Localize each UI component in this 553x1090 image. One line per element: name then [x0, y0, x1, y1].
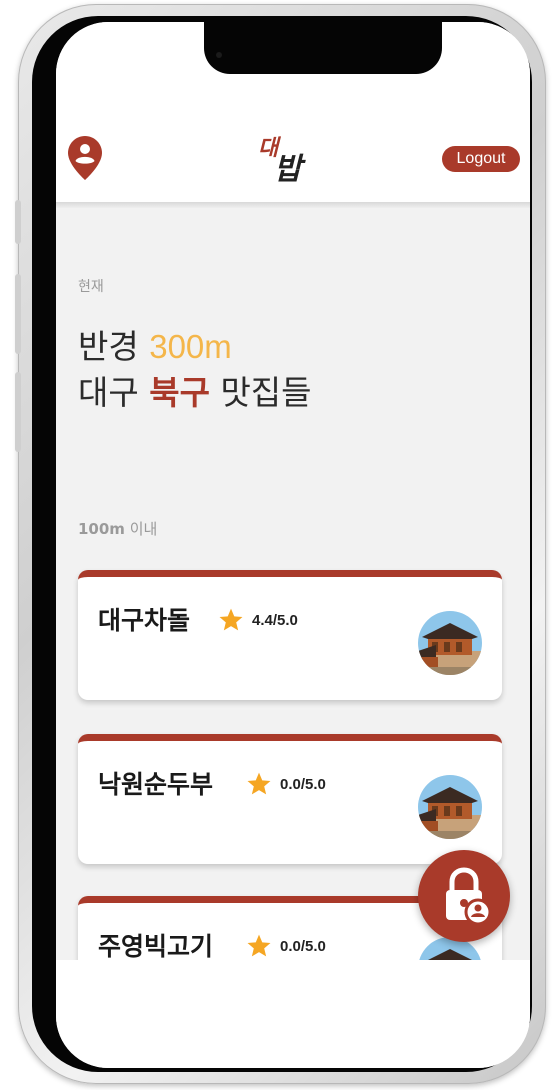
current-label: 현재 — [78, 279, 104, 295]
restaurant-rating: 0.0/5.0 — [246, 771, 326, 797]
location-person-icon[interactable] — [68, 136, 102, 180]
restaurant-rating: 4.4/5.0 — [218, 607, 298, 633]
main-content: 현재 반경 300m 대구 북구 맛집들 100m 이내 대구차돌 4.4/5.… — [56, 208, 530, 1026]
hanok-image — [418, 775, 482, 839]
bottom-area — [56, 960, 530, 1068]
app-logo: 대 밥 — [250, 130, 314, 187]
headline-line-2: 대구 북구 맛집들 — [78, 370, 312, 416]
side-button — [15, 200, 21, 244]
lock-user-icon — [446, 867, 492, 926]
rating-text: 0.0/5.0 — [280, 775, 326, 793]
star-icon — [219, 608, 243, 631]
radius-value: 300m — [149, 328, 232, 365]
lock-user-fab[interactable] — [418, 850, 510, 942]
restaurant-card[interactable]: 대구차돌 4.4/5.0 — [78, 570, 502, 700]
phone-screen: 대 밥 Logout 현재 반경 300m 대구 북구 맛집들 100m 이내 … — [56, 22, 530, 1068]
restaurant-thumbnail[interactable] — [418, 611, 482, 675]
section-suffix: 이내 — [124, 520, 158, 538]
headline-suffix: 맛집들 — [209, 373, 312, 412]
star-icon — [247, 772, 271, 795]
restaurant-rating: 0.0/5.0 — [246, 933, 326, 959]
star-icon — [247, 934, 271, 957]
restaurant-name: 대구차돌 — [98, 606, 191, 635]
headline-line-1: 반경 300m — [78, 324, 312, 370]
restaurant-name: 낙원순두부 — [98, 770, 214, 799]
restaurant-name: 주영빅고기 — [98, 932, 214, 961]
rating-text: 4.4/5.0 — [252, 611, 298, 629]
hanok-image — [418, 611, 482, 675]
side-button — [15, 274, 21, 354]
distance-section-label: 100m 이내 — [78, 518, 157, 539]
restaurant-card[interactable]: 낙원순두부 0.0/5.0 — [78, 734, 502, 864]
side-button — [15, 372, 21, 452]
district-name: 북구 — [149, 373, 210, 412]
phone-notch — [204, 22, 442, 74]
rating-text: 0.0/5.0 — [280, 937, 326, 955]
headline-city: 대구 — [78, 373, 150, 412]
page-headline: 반경 300m 대구 북구 맛집들 — [78, 324, 312, 416]
logout-button[interactable]: Logout — [442, 146, 520, 172]
logo-bottom-text: 밥 — [274, 152, 302, 187]
section-distance: 100m — [78, 520, 125, 538]
front-camera — [216, 52, 222, 58]
headline-prefix: 반경 — [78, 327, 150, 366]
restaurant-thumbnail[interactable] — [418, 775, 482, 839]
